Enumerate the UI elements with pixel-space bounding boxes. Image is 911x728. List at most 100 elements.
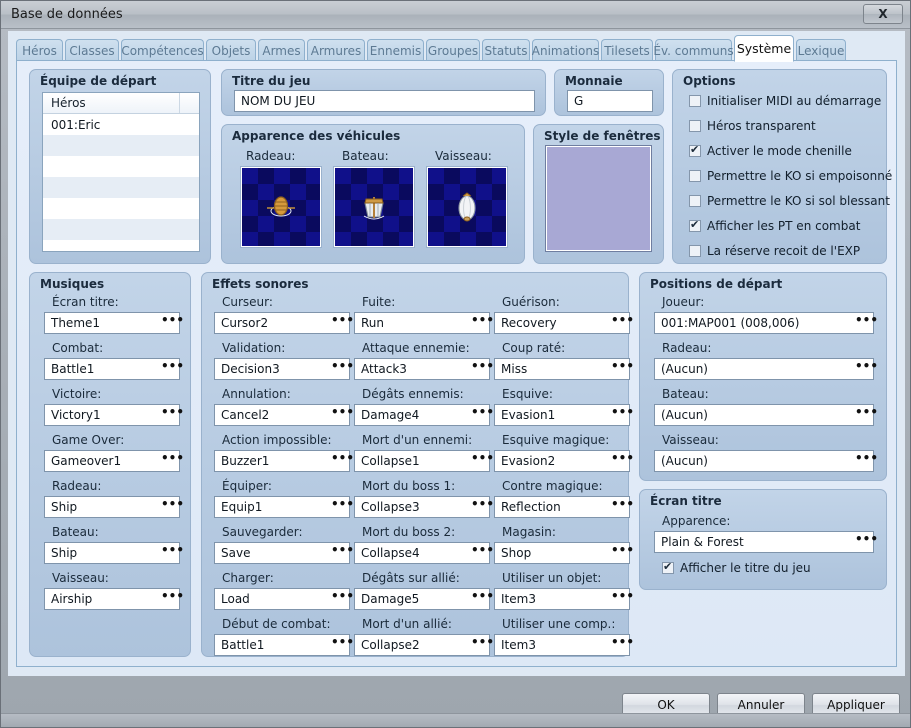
currency-input[interactable]: G <box>567 90 653 112</box>
tab-groupes[interactable]: Groupes <box>426 39 480 61</box>
vehicle-preview-raft[interactable] <box>240 166 322 248</box>
sfx2-field-7[interactable]: Damage5 ••• <box>354 588 494 610</box>
list-item[interactable] <box>43 219 199 240</box>
startpos-field-4[interactable]: (Aucun) ••• <box>654 450 878 472</box>
close-icon[interactable]: X <box>863 4 903 24</box>
sfx3-field-3[interactable]: Evasion1 ••• <box>494 404 634 426</box>
sfx2-field-1[interactable]: Run ••• <box>354 312 494 334</box>
music-field-5[interactable]: Ship ••• <box>44 496 184 518</box>
browse-dots-icon[interactable]: ••• <box>611 636 634 652</box>
browse-dots-icon[interactable]: ••• <box>471 360 494 376</box>
title-screen-appearance-field[interactable]: Plain & Forest ••• <box>654 531 878 553</box>
list-item[interactable]: 001:Eric <box>43 114 199 135</box>
startpos-field-1[interactable]: 001:MAP001 (008,006) ••• <box>654 312 878 334</box>
browse-dots-icon[interactable]: ••• <box>611 406 634 422</box>
sfx2-field-4[interactable]: Collapse1 ••• <box>354 450 494 472</box>
music-field-1[interactable]: Theme1 ••• <box>44 312 184 334</box>
window-style-preview[interactable] <box>545 145 652 252</box>
list-item[interactable] <box>43 240 199 251</box>
sfx1-field-6[interactable]: Save ••• <box>214 542 354 564</box>
tab-statuts[interactable]: Statuts <box>482 39 530 61</box>
checkbox-option-5[interactable]: Permettre le KO si sol blessant <box>689 194 890 208</box>
tab-v-communs[interactable]: Év. communs <box>653 39 734 61</box>
browse-dots-icon[interactable]: ••• <box>331 452 354 468</box>
checkbox-option-6[interactable]: Afficher les PT en combat <box>689 218 860 233</box>
list-item[interactable] <box>43 198 199 219</box>
tab-comp-tences[interactable]: Compétences <box>121 39 204 61</box>
tab-objets[interactable]: Objets <box>206 39 256 61</box>
browse-dots-icon[interactable]: ••• <box>331 314 354 330</box>
list-item[interactable] <box>43 135 199 156</box>
browse-dots-icon[interactable]: ••• <box>611 544 634 560</box>
tab-lexique[interactable]: Lexique <box>796 39 846 61</box>
browse-dots-icon[interactable]: ••• <box>855 452 878 468</box>
browse-dots-icon[interactable]: ••• <box>161 498 184 514</box>
browse-dots-icon[interactable]: ••• <box>161 406 184 422</box>
sfx3-field-5[interactable]: Reflection ••• <box>494 496 634 518</box>
browse-dots-icon[interactable]: ••• <box>471 590 494 606</box>
browse-dots-icon[interactable]: ••• <box>161 452 184 468</box>
browse-dots-icon[interactable]: ••• <box>855 406 878 422</box>
checkbox-option-3[interactable]: Activer le mode chenille <box>689 143 852 158</box>
sfx2-field-3[interactable]: Damage4 ••• <box>354 404 494 426</box>
tab-armes[interactable]: Armes <box>258 39 305 61</box>
browse-dots-icon[interactable]: ••• <box>471 498 494 514</box>
game-title-input[interactable]: NOM DU JEU <box>234 90 535 112</box>
browse-dots-icon[interactable]: ••• <box>161 590 184 606</box>
tab-h-ros[interactable]: Héros <box>16 39 63 61</box>
music-field-7[interactable]: Airship ••• <box>44 588 184 610</box>
music-field-3[interactable]: Victory1 ••• <box>44 404 184 426</box>
list-item[interactable] <box>43 156 199 177</box>
browse-dots-icon[interactable]: ••• <box>471 544 494 560</box>
browse-dots-icon[interactable]: ••• <box>331 636 354 652</box>
sfx2-field-2[interactable]: Attack3 ••• <box>354 358 494 380</box>
browse-dots-icon[interactable]: ••• <box>161 360 184 376</box>
sfx1-field-1[interactable]: Cursor2 ••• <box>214 312 354 334</box>
list-item[interactable] <box>43 177 199 198</box>
browse-dots-icon[interactable]: ••• <box>855 360 878 376</box>
tab-syst-me[interactable]: Système <box>734 35 794 62</box>
browse-dots-icon[interactable]: ••• <box>331 360 354 376</box>
sfx1-field-5[interactable]: Equip1 ••• <box>214 496 354 518</box>
sfx1-field-8[interactable]: Battle1 ••• <box>214 634 354 656</box>
sfx3-field-1[interactable]: Recovery ••• <box>494 312 634 334</box>
music-field-2[interactable]: Battle1 ••• <box>44 358 184 380</box>
sfx3-field-2[interactable]: Miss ••• <box>494 358 634 380</box>
browse-dots-icon[interactable]: ••• <box>611 590 634 606</box>
checkbox-option-2[interactable]: Héros transparent <box>689 119 816 133</box>
vehicle-preview-airship[interactable] <box>426 166 508 248</box>
sfx1-field-2[interactable]: Decision3 ••• <box>214 358 354 380</box>
browse-dots-icon[interactable]: ••• <box>611 314 634 330</box>
startpos-field-2[interactable]: (Aucun) ••• <box>654 358 878 380</box>
sfx1-field-7[interactable]: Load ••• <box>214 588 354 610</box>
browse-dots-icon[interactable]: ••• <box>855 314 878 330</box>
sfx3-field-4[interactable]: Evasion2 ••• <box>494 450 634 472</box>
browse-dots-icon[interactable]: ••• <box>161 314 184 330</box>
music-field-4[interactable]: Gameover1 ••• <box>44 450 184 472</box>
browse-dots-icon[interactable]: ••• <box>331 544 354 560</box>
tab-tilesets[interactable]: Tilesets <box>601 39 653 61</box>
browse-dots-icon[interactable]: ••• <box>331 406 354 422</box>
sfx3-field-8[interactable]: Item3 ••• <box>494 634 634 656</box>
tab-animations[interactable]: Animations <box>532 39 599 61</box>
browse-dots-icon[interactable]: ••• <box>611 452 634 468</box>
browse-dots-icon[interactable]: ••• <box>161 544 184 560</box>
browse-dots-icon[interactable]: ••• <box>471 406 494 422</box>
vehicle-preview-ship[interactable] <box>333 166 415 248</box>
sfx1-field-4[interactable]: Buzzer1 ••• <box>214 450 354 472</box>
sfx2-field-6[interactable]: Collapse4 ••• <box>354 542 494 564</box>
music-field-6[interactable]: Ship ••• <box>44 542 184 564</box>
sfx2-field-8[interactable]: Collapse2 ••• <box>354 634 494 656</box>
checkbox-option-4[interactable]: Permettre le KO si empoisonné <box>689 169 892 183</box>
browse-dots-icon[interactable]: ••• <box>471 314 494 330</box>
checkbox-option-1[interactable]: Initialiser MIDI au démarrage <box>689 94 881 108</box>
browse-dots-icon[interactable]: ••• <box>471 452 494 468</box>
browse-dots-icon[interactable]: ••• <box>611 498 634 514</box>
browse-dots-icon[interactable]: ••• <box>611 360 634 376</box>
tab-classes[interactable]: Classes <box>65 39 119 61</box>
browse-dots-icon[interactable]: ••• <box>855 533 878 549</box>
browse-dots-icon[interactable]: ••• <box>331 498 354 514</box>
browse-dots-icon[interactable]: ••• <box>471 636 494 652</box>
sfx3-field-6[interactable]: Shop ••• <box>494 542 634 564</box>
sfx2-field-5[interactable]: Collapse3 ••• <box>354 496 494 518</box>
